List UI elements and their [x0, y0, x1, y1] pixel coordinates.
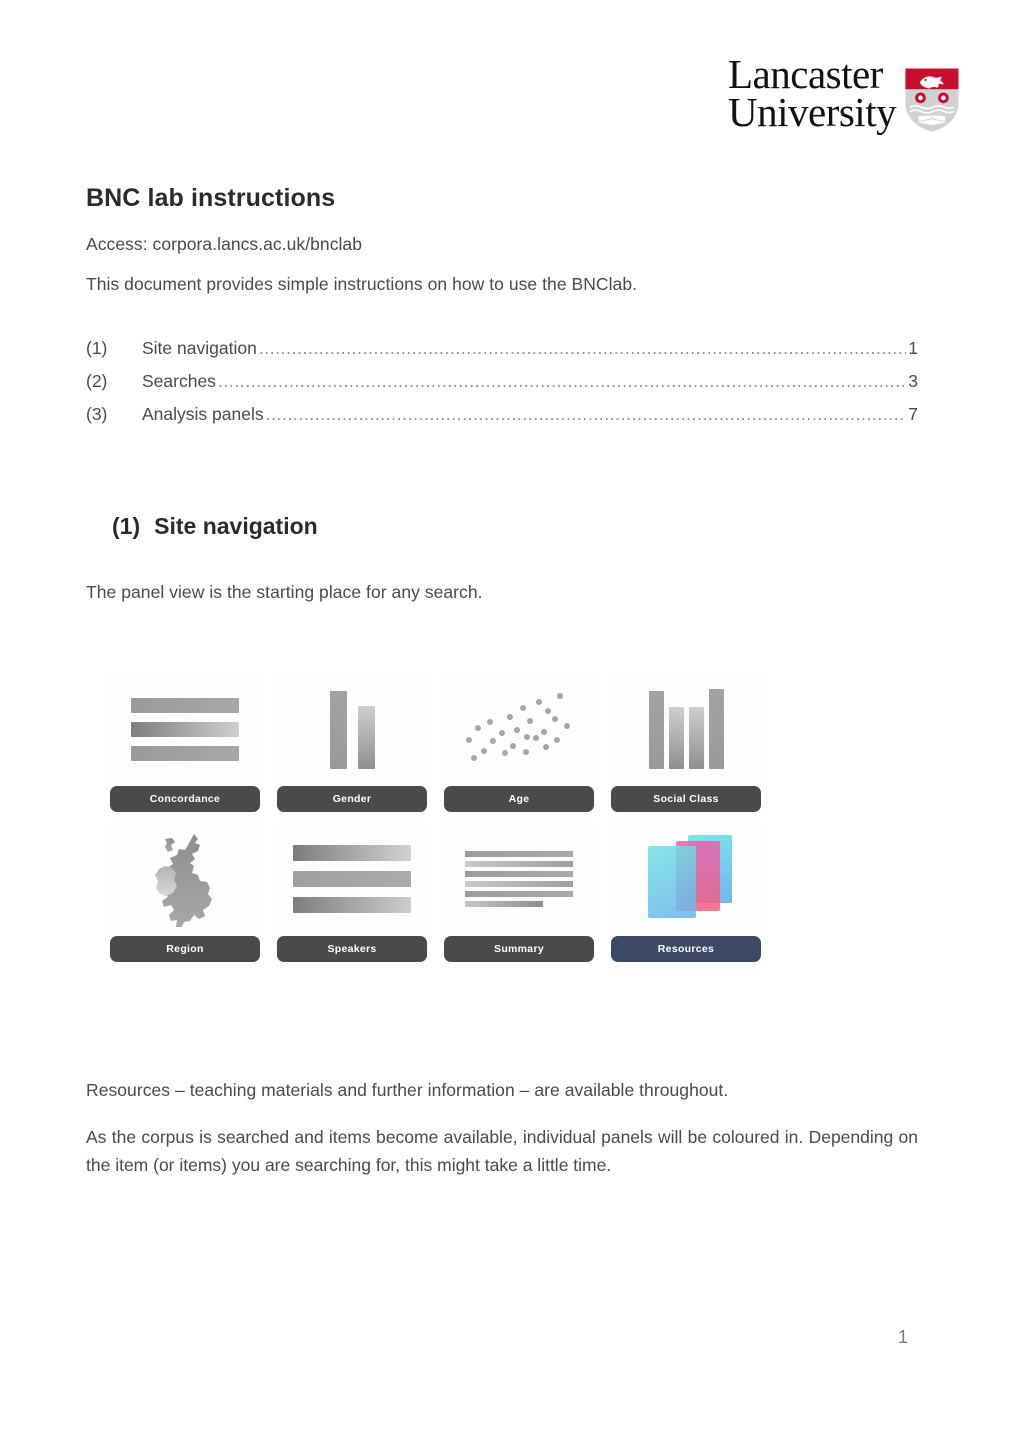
toc-leader-dots: ........................................…: [265, 404, 906, 424]
toc-entry-page: 1: [908, 338, 918, 358]
panel-region[interactable]: Region: [110, 822, 260, 962]
toc-entry-label: Site navigation: [142, 338, 257, 358]
toc-entry-page: 7: [908, 404, 918, 424]
panel-label-age: Age: [444, 786, 594, 812]
panel-label-concordance: Concordance: [110, 786, 260, 812]
summary-art: [444, 822, 594, 936]
toc-leader-dots: ........................................…: [258, 338, 906, 358]
table-of-contents: (1) Site navigation ....................…: [86, 338, 918, 437]
panel-age[interactable]: Age: [444, 672, 594, 812]
resources-note-paragraph: Resources – teaching materials and furth…: [86, 1079, 729, 1100]
uk-ireland-map-icon: [155, 834, 212, 927]
panel-label-summary: Summary: [444, 936, 594, 962]
social-class-art: [611, 672, 761, 786]
section-number: (1): [112, 513, 141, 540]
panel-concordance[interactable]: Concordance: [110, 672, 260, 812]
intro-paragraph: This document provides simple instructio…: [86, 273, 638, 294]
region-art: [110, 822, 260, 936]
toc-entry-number: (1): [86, 338, 108, 358]
panel-grid-figure: Concordance Gender Age Social Class Regi…: [110, 672, 770, 962]
toc-entry-number: (2): [86, 371, 108, 391]
text-lines-icon: [465, 851, 573, 907]
toc-entry-label: Analysis panels: [142, 404, 264, 424]
resources-art: [611, 822, 761, 936]
wide-bars-icon: [293, 845, 411, 913]
document-page: Lancaster University BNC lab instruction…: [0, 0, 1020, 1442]
panel-speakers[interactable]: Speakers: [277, 822, 427, 962]
lancaster-university-logo: Lancaster University: [728, 52, 960, 148]
colouring-note-paragraph: As the corpus is searched and items beco…: [86, 1126, 918, 1175]
panel-label-resources: Resources: [611, 936, 761, 962]
logo-line-university: University: [728, 88, 897, 135]
toc-entry-label: Searches: [142, 371, 216, 391]
toc-entry-searches[interactable]: (2) Searches ...........................…: [86, 371, 918, 404]
panel-gender[interactable]: Gender: [277, 672, 427, 812]
panel-summary[interactable]: Summary: [444, 822, 594, 962]
panel-label-social-class: Social Class: [611, 786, 761, 812]
gender-art: [277, 672, 427, 786]
section-title: Site navigation: [154, 513, 318, 540]
panel-label-gender: Gender: [277, 786, 427, 812]
panel-resources[interactable]: Resources: [611, 822, 761, 962]
toc-entry-number: (3): [86, 404, 108, 424]
vertical-bars-icon: [648, 689, 724, 769]
toc-entry-page: 3: [908, 371, 918, 391]
horizontal-bars-icon: [131, 697, 239, 761]
age-art: [444, 672, 594, 786]
panel-social-class[interactable]: Social Class: [611, 672, 761, 812]
page-number: 1: [898, 1327, 909, 1347]
card-stack-icon: [638, 834, 734, 924]
concordance-art: [110, 672, 260, 786]
logo-wordmark: Lancaster University: [728, 52, 897, 135]
scatter-plot-icon: [466, 693, 570, 761]
access-line: Access: corpora.lancs.ac.uk/bnclab: [86, 233, 363, 254]
panel-label-region: Region: [110, 936, 260, 962]
document-title: BNC lab instructions: [86, 183, 336, 212]
section-heading-site-navigation: (1) Site navigation: [112, 513, 318, 540]
toc-entry-site-navigation[interactable]: (1) Site navigation ....................…: [86, 338, 918, 371]
toc-leader-dots: ........................................…: [217, 371, 906, 391]
speakers-art: [277, 822, 427, 936]
lancaster-university-crest-icon: [905, 68, 959, 132]
panel-view-paragraph: The panel view is the starting place for…: [86, 581, 483, 602]
panel-label-speakers: Speakers: [277, 936, 427, 962]
vertical-bars-icon: [329, 689, 375, 769]
toc-entry-analysis-panels[interactable]: (3) Analysis panels ....................…: [86, 404, 918, 437]
